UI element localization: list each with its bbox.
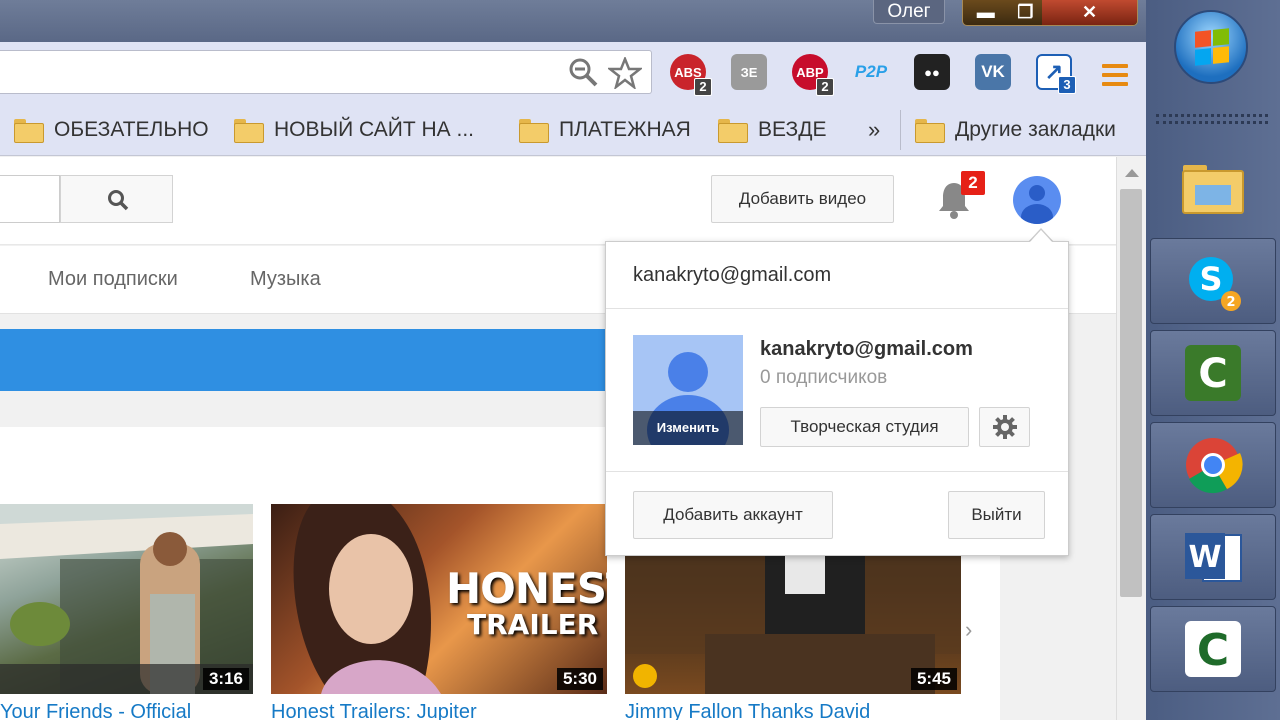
add-account-button[interactable]: Добавить аккаунт — [633, 491, 833, 539]
explorer-taskbar-icon[interactable] — [1150, 146, 1276, 232]
gear-icon — [992, 415, 1017, 439]
other-bookmarks-folder[interactable]: Другие закладки — [915, 116, 1116, 144]
video-thumbnail[interactable]: HONEST TRAILER 5:30 — [271, 504, 607, 694]
close-button[interactable]: ✕ — [1042, 0, 1137, 25]
chrome-menu-icon[interactable] — [1102, 64, 1128, 91]
video-duration: 5:30 — [556, 668, 603, 690]
tab-subscriptions[interactable]: Мои подписки — [48, 268, 178, 291]
minimize-button[interactable]: ▬ — [963, 0, 1008, 25]
scrollbar-thumb[interactable] — [1120, 189, 1142, 597]
search-button[interactable] — [60, 175, 173, 223]
thumbnail-overlay-text: TRAILER — [467, 608, 599, 641]
video-thumbnail[interactable]: 3:16 — [0, 504, 253, 694]
windows-taskbar: S2 C W C — [1146, 0, 1280, 720]
popup-divider — [606, 471, 1068, 472]
taskbar-grip[interactable] — [1156, 114, 1268, 124]
adblock-plus-icon[interactable]: ABP 2 — [792, 54, 834, 96]
svg-text:2: 2 — [1226, 295, 1235, 310]
notification-count-badge: 2 — [961, 171, 985, 195]
banner-bar — [0, 329, 640, 391]
page-scrollbar[interactable] — [1116, 157, 1146, 720]
windows-start-button[interactable] — [1174, 10, 1248, 84]
youtube-header: Добавить видео 2 — [0, 157, 1116, 245]
folder-icon — [14, 119, 44, 143]
folder-icon — [234, 119, 264, 143]
camtasia-taskbar-icon[interactable]: C — [1150, 330, 1276, 416]
video-title-link[interactable]: Honest Trailers: Jupiter — [271, 701, 477, 720]
folder-icon — [915, 119, 945, 143]
account-email: kanakryto@gmail.com — [760, 338, 973, 360]
chevron-right-icon[interactable]: › — [965, 617, 972, 643]
svg-text:W: W — [1188, 540, 1221, 575]
profile-name-chip[interactable]: Олег — [873, 0, 945, 24]
popup-arrow-fill — [1029, 230, 1053, 243]
window-controls: ▬ ❐ ✕ — [962, 0, 1138, 26]
chrome-taskbar-icon[interactable] — [1150, 422, 1276, 508]
scroll-up-arrow-icon[interactable] — [1125, 169, 1139, 177]
wikip-extension-icon[interactable]: ЗЕ — [731, 54, 767, 90]
upload-video-button[interactable]: Добавить видео — [711, 175, 894, 223]
tab-music[interactable]: Музыка — [250, 268, 321, 291]
bookmarks-separator — [900, 110, 901, 150]
svg-text:C: C — [1198, 351, 1227, 397]
bookmarks-bar: ОБЕЗАТЕЛЬНО НОВЫЙ САЙТ НА ... ПЛАТЕЖНАЯ … — [0, 104, 1146, 156]
shortcut-extension-icon[interactable]: ↗ 3 — [1036, 54, 1076, 94]
thumbnail-overlay-text: HONEST — [446, 564, 607, 613]
svg-text:S: S — [1199, 260, 1222, 298]
bookmarks-overflow-button[interactable]: » — [868, 116, 880, 144]
account-avatar[interactable]: Изменить — [633, 335, 743, 445]
video-duration: 5:45 — [910, 668, 957, 690]
sign-out-button[interactable]: Выйти — [948, 491, 1045, 539]
window-titlebar: Олег ▬ ❐ ✕ — [0, 0, 1146, 42]
creator-studio-button[interactable]: Творческая студия — [760, 407, 969, 447]
folder-icon — [519, 119, 549, 143]
svg-text:C: C — [1197, 625, 1229, 676]
browser-toolbar: ABS 2 ЗЕ ABP 2 P2P ●● VK ↗ 3 — [0, 42, 1146, 104]
windows-logo-icon — [1195, 28, 1229, 66]
video-title-link[interactable]: Jimmy Fallon Thanks David — [625, 701, 870, 720]
popup-divider — [606, 308, 1068, 309]
vk-extension-icon[interactable]: VK — [975, 54, 1011, 90]
settings-button[interactable] — [979, 407, 1030, 447]
bookmark-folder[interactable]: ПЛАТЕЖНАЯ — [519, 116, 691, 144]
zoom-icon[interactable] — [568, 57, 598, 94]
address-bar[interactable] — [0, 50, 652, 94]
search-icon — [108, 190, 129, 211]
popup-header-email: kanakryto@gmail.com — [633, 264, 832, 286]
account-avatar-button[interactable] — [1013, 176, 1061, 224]
abs-extension-icon[interactable]: ABS 2 — [670, 54, 712, 96]
ghostery-extension-icon[interactable]: ●● — [914, 54, 950, 90]
camtasia-recorder-taskbar-icon[interactable]: C — [1150, 606, 1276, 692]
p2p-extension-icon[interactable]: P2P — [853, 54, 889, 90]
change-avatar-button[interactable]: Изменить — [633, 411, 743, 445]
maximize-button[interactable]: ❐ — [1008, 0, 1042, 25]
video-title-link[interactable]: Your Friends - Official — [0, 701, 191, 720]
folder-icon — [718, 119, 748, 143]
video-thumbnail-image — [0, 504, 253, 694]
skype-taskbar-icon[interactable]: S2 — [1150, 238, 1276, 324]
search-input[interactable] — [0, 175, 60, 223]
word-taskbar-icon[interactable]: W — [1150, 514, 1276, 600]
account-popup: kanakryto@gmail.com Изменить kanakryto@g… — [605, 241, 1069, 556]
bookmark-folder[interactable]: ВЕЗДЕ — [718, 116, 826, 144]
subscriber-count: 0 подписчиков — [760, 367, 888, 388]
bookmark-folder[interactable]: НОВЫЙ САЙТ НА ... — [234, 116, 474, 144]
bookmark-folder[interactable]: ОБЕЗАТЕЛЬНО — [14, 116, 209, 144]
video-duration: 3:16 — [202, 668, 249, 690]
star-bookmark-icon[interactable] — [606, 55, 644, 96]
